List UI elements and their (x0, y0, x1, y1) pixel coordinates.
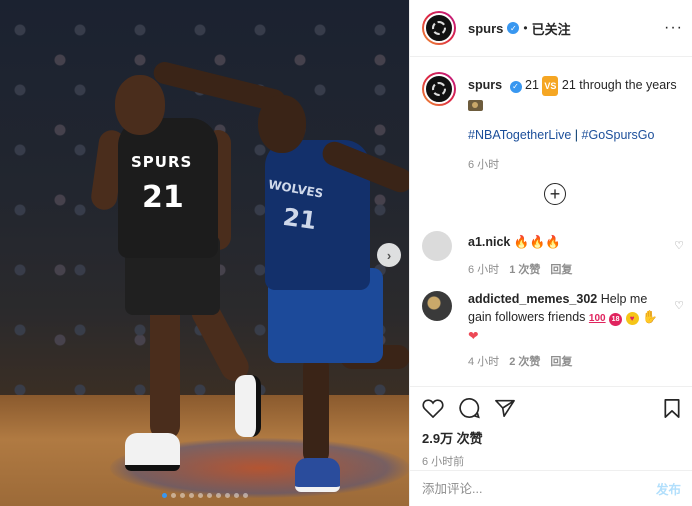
player2-head (258, 95, 306, 153)
post-actions: 2.9万 次赞 6 小时前 (410, 386, 692, 469)
bookmark-icon[interactable] (663, 398, 681, 419)
hashtag-gospursgo[interactable]: #GoSpursGo (582, 128, 655, 142)
caption-time: 6 小时 (468, 159, 500, 171)
carousel-dot[interactable] (188, 493, 194, 498)
reply-button[interactable]: 回复 (550, 261, 572, 277)
share-send-icon[interactable] (494, 398, 516, 418)
camera-emoji-icon (468, 100, 483, 112)
account-avatar[interactable] (422, 11, 456, 45)
like-comment-heart-icon[interactable]: ♡ (674, 299, 684, 312)
caption-hashtags: #NBATogetherLive | #GoSpursGo (468, 128, 684, 142)
jersey1-number: 21 (142, 180, 184, 215)
comment-time: 4 小时 (468, 356, 500, 368)
more-options-icon[interactable]: ··· (664, 19, 683, 37)
likes-count[interactable]: 2.9万 次赞 (422, 428, 681, 447)
reply-button[interactable]: 回复 (550, 353, 572, 369)
jersey2-number: 21 (281, 202, 319, 236)
comment-likes[interactable]: 1 次赞 (509, 261, 540, 277)
comment-composer: 发布 (410, 470, 692, 506)
caption-suffix: 21 through the years (561, 78, 677, 92)
verified-badge-icon: ✓ (507, 22, 520, 34)
comment-bubble-icon[interactable] (458, 397, 480, 419)
caption-avatar[interactable] (422, 72, 456, 106)
carousel-dot[interactable] (206, 493, 212, 498)
hashtag-nbatogetherlive[interactable]: #NBATogetherLive (468, 128, 571, 142)
like-heart-icon[interactable] (422, 398, 444, 418)
post-comment-button[interactable]: 发布 (656, 479, 681, 498)
header-username[interactable]: spurs (468, 21, 503, 36)
caption-prefix: 21 (525, 78, 539, 92)
player1-shoe-back (235, 375, 261, 437)
post-timestamp: 6 小时前 (422, 456, 465, 468)
comment-item: addicted_memes_302 Help me gain follower… (422, 291, 684, 369)
carousel-dot[interactable] (170, 493, 176, 498)
comment-username[interactable]: addicted_memes_302 (468, 292, 597, 306)
comment-item: a1.nick 🔥🔥🔥 6 小时 1 次赞 回复 ♡ (422, 231, 684, 277)
comment-body: addicted_memes_302 Help me gain follower… (468, 291, 658, 345)
vs-emoji-icon: VS (542, 76, 559, 96)
no-under-18-emoji-icon: 18 (609, 313, 623, 326)
player1-shoe (125, 433, 180, 471)
next-image-button[interactable]: › (377, 243, 401, 267)
load-more-comments-button[interactable]: + (544, 183, 566, 205)
carousel-dot[interactable] (233, 493, 239, 498)
carousel-dot[interactable] (161, 493, 167, 498)
comment-body: a1.nick 🔥🔥🔥 (468, 231, 658, 251)
comment-meta: 6 小时 1 次赞 回复 (468, 261, 684, 277)
comment-time: 6 小时 (468, 264, 500, 276)
follow-status-button[interactable]: 已关注 (532, 19, 571, 38)
comment-input[interactable] (422, 481, 656, 496)
fire-emoji-icon: 🔥🔥🔥 (513, 234, 561, 249)
post-header: spurs ✓ • 已关注 ··· (410, 0, 692, 57)
like-comment-heart-icon[interactable]: ♡ (674, 239, 684, 252)
spurs-logo-icon (432, 82, 446, 96)
caption-text: spurs ✓ 21 VS 21 through the years (468, 72, 684, 114)
carousel-dot[interactable] (242, 493, 248, 498)
carousel-dots (0, 493, 409, 498)
hundred-emoji-icon: 100 (588, 313, 606, 324)
red-heart-emoji-icon: ❤ (468, 328, 479, 343)
caption-username[interactable]: spurs (468, 78, 502, 92)
player1-leg (150, 300, 180, 440)
post-caption: spurs ✓ 21 VS 21 through the years #NBAT… (422, 72, 684, 172)
heart-eyes-emoji-icon: ♥ (625, 312, 639, 325)
player2-shoe (295, 458, 340, 492)
separator-dot: • (523, 21, 528, 35)
comment-likes[interactable]: 2 次赞 (509, 353, 540, 369)
player1-head (115, 75, 165, 135)
verified-badge-icon: ✓ (509, 81, 522, 93)
comment-username[interactable]: a1.nick (468, 235, 510, 249)
raised-hands-emoji-icon: ✋ (642, 309, 658, 324)
carousel-dot[interactable] (215, 493, 221, 498)
spurs-logo-icon (432, 21, 446, 35)
action-icons (422, 397, 681, 419)
carousel-dot[interactable] (179, 493, 185, 498)
comment-meta: 4 小时 2 次赞 回复 (468, 353, 684, 369)
post-side-panel: spurs ✓ • 已关注 ··· spurs ✓ 21 VS 21 throu… (409, 0, 692, 506)
jersey1-text: SPURS (131, 153, 193, 171)
player2-leg (303, 355, 329, 465)
carousel-dot[interactable] (197, 493, 203, 498)
commenter-avatar[interactable] (422, 291, 452, 321)
hashtag-separator: | (574, 128, 579, 142)
post-photo[interactable]: SPURS 21 WOLVES 21 › (0, 0, 409, 506)
carousel-dot[interactable] (224, 493, 230, 498)
commenter-avatar[interactable] (422, 231, 452, 261)
